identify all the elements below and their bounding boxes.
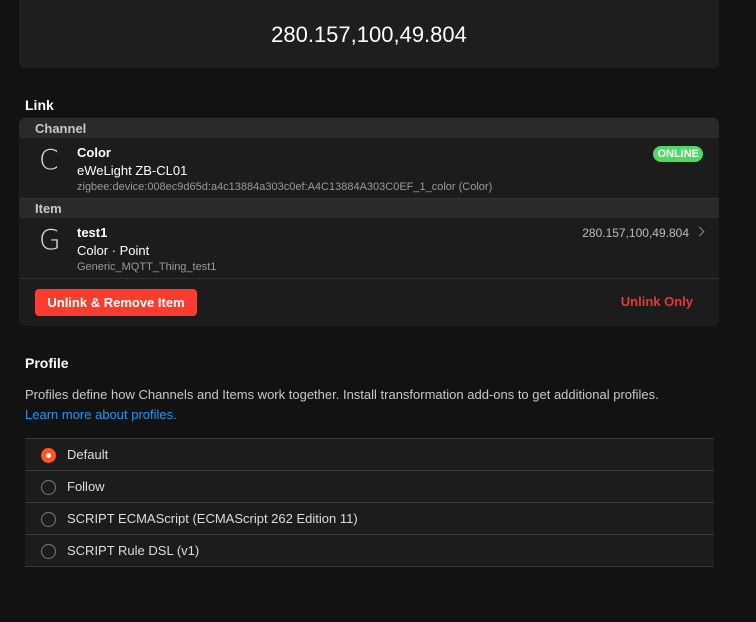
- profile-option-script-rule-dsl[interactable]: SCRIPT Rule DSL (v1): [25, 535, 714, 567]
- profile-option-default[interactable]: Default: [25, 439, 714, 471]
- profile-description: Profiles define how Channels and Items w…: [25, 385, 725, 425]
- profile-option-label: SCRIPT ECMAScript (ECMAScript 262 Editio…: [67, 511, 358, 526]
- unlink-remove-item-button[interactable]: Unlink & Remove Item: [35, 289, 197, 316]
- chevron-right-icon: [694, 226, 705, 237]
- state-value: 280.157,100,49.804: [271, 22, 467, 47]
- item-group-header: Item: [19, 198, 719, 218]
- item-letter-icon: G: [39, 223, 61, 256]
- channel-title: Color: [77, 145, 111, 160]
- channel-letter-icon: C: [39, 143, 59, 176]
- link-section-title: Link: [25, 97, 54, 113]
- channel-group-header: Channel: [19, 118, 719, 138]
- profile-option-label: Follow: [67, 479, 105, 494]
- item-state-value: 280.157,100,49.804: [582, 226, 689, 240]
- link-card: Channel C Color eWeLight ZB-CL01 zigbee:…: [19, 118, 719, 326]
- channel-subtitle: eWeLight ZB-CL01: [77, 163, 188, 178]
- profile-radio-list: Default Follow SCRIPT ECMAScript (ECMASc…: [25, 438, 714, 567]
- item-name: Generic_MQTT_Thing_test1: [77, 261, 217, 273]
- state-card: 280.157,100,49.804: [19, 0, 719, 68]
- radio-checked-icon[interactable]: [41, 448, 56, 463]
- channel-entry: C Color eWeLight ZB-CL01 zigbee:device:0…: [19, 139, 719, 197]
- radio-unchecked-icon[interactable]: [41, 480, 56, 495]
- profile-option-label: Default: [67, 447, 109, 462]
- status-badge: ONLINE: [653, 146, 703, 162]
- profile-description-text: Profiles define how Channels and Items w…: [25, 387, 659, 402]
- divider: [19, 278, 719, 279]
- profile-option-label: SCRIPT Rule DSL (v1): [67, 543, 200, 558]
- item-subtitle: Color · Point: [77, 243, 150, 258]
- item-title: test1: [77, 225, 108, 240]
- item-entry[interactable]: G test1 Color · Point Generic_MQTT_Thing…: [19, 219, 719, 277]
- radio-unchecked-icon[interactable]: [41, 512, 56, 527]
- learn-more-link[interactable]: Learn more about profiles.: [25, 407, 177, 422]
- unlink-only-button[interactable]: Unlink Only: [621, 294, 693, 309]
- profile-option-script-ecmascript[interactable]: SCRIPT ECMAScript (ECMAScript 262 Editio…: [25, 503, 714, 535]
- channel-uid: zigbee:device:008ec9d65d:a4c13884a303c0e…: [77, 181, 493, 193]
- profile-option-follow[interactable]: Follow: [25, 471, 714, 503]
- profile-section-title: Profile: [25, 355, 69, 371]
- radio-unchecked-icon[interactable]: [41, 544, 56, 559]
